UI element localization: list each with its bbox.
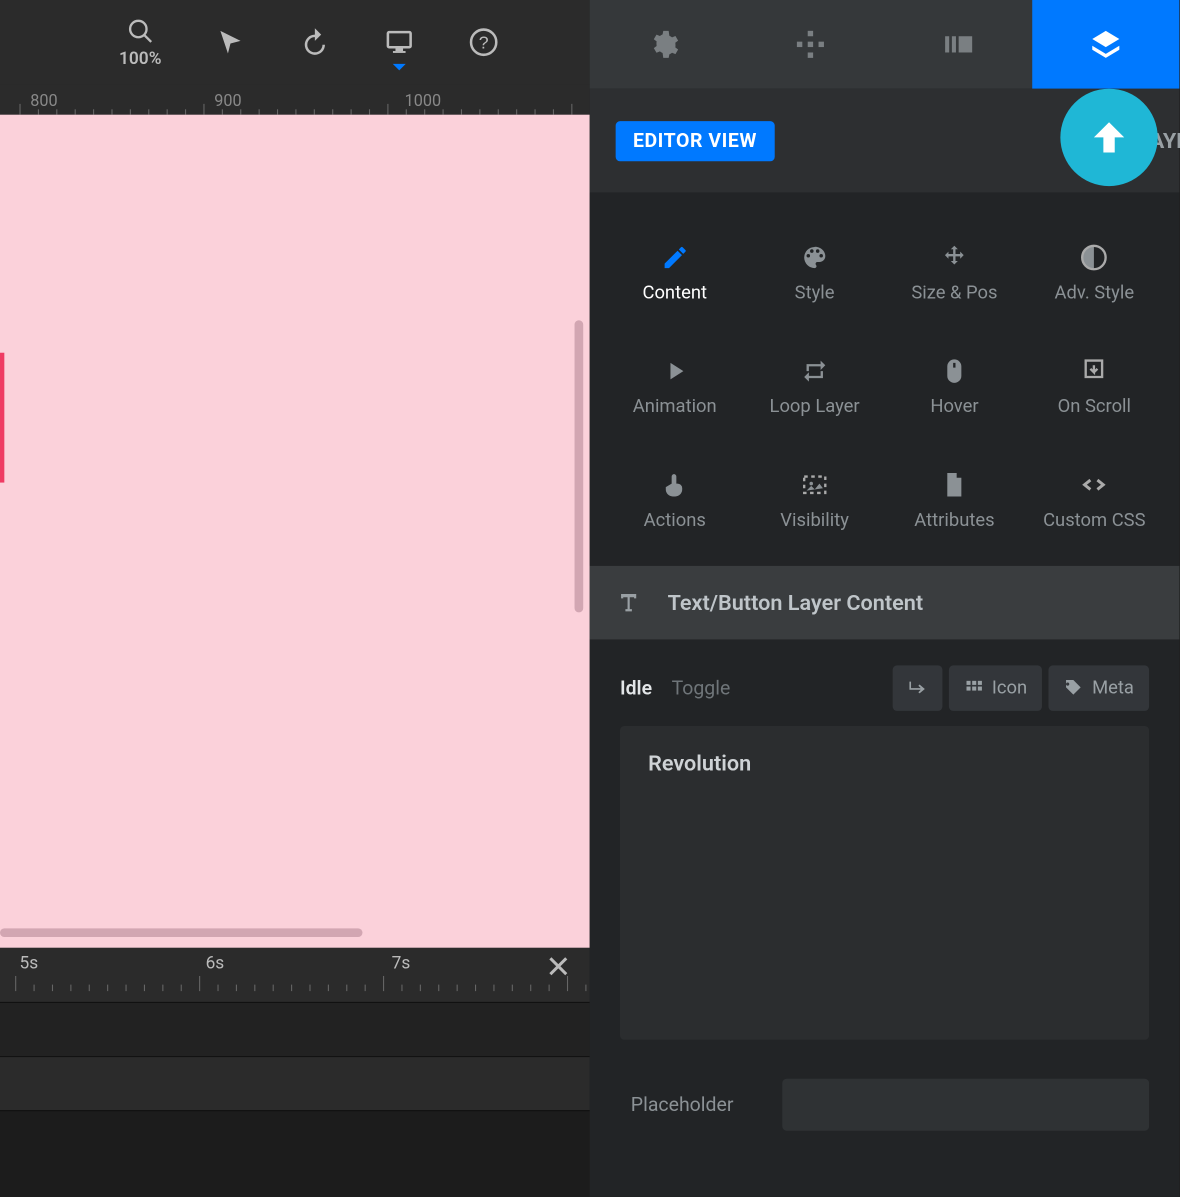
dropdown-indicator-icon (393, 64, 406, 70)
timeline-track[interactable] (0, 1110, 590, 1197)
contrast-icon (1080, 243, 1108, 271)
timeline-close-button[interactable] (546, 954, 570, 982)
editor-view-pill[interactable]: EDITOR VIEW (616, 121, 775, 161)
category-label: Style (795, 282, 835, 304)
vertical-scrollbar[interactable] (575, 320, 584, 612)
canvas-toolbar: 100% ? (0, 0, 590, 84)
pencil-icon (661, 243, 689, 271)
move-icon (940, 243, 968, 271)
tab-settings[interactable] (590, 0, 737, 89)
category-custom-css[interactable]: Custom CSS (1024, 444, 1164, 558)
code-icon (1080, 470, 1108, 498)
category-visibility[interactable]: Visibility (745, 444, 885, 558)
category-size-pos[interactable]: Size & Pos (885, 216, 1025, 330)
category-loop-layer[interactable]: Loop Layer (745, 330, 885, 444)
chip-label: Meta (1092, 677, 1134, 699)
category-label: Hover (930, 395, 978, 417)
play-icon (661, 357, 689, 385)
zoom-tool[interactable]: 100% (119, 17, 161, 68)
category-label: Adv. Style (1054, 282, 1134, 304)
category-hover[interactable]: Hover (885, 330, 1025, 444)
palette-icon (801, 243, 829, 271)
ruler-horizontal: 800 900 1000 (0, 84, 590, 114)
chip-label: Icon (992, 677, 1027, 699)
category-label: Content (642, 282, 707, 304)
category-label: Actions (644, 509, 706, 531)
timeline-mark: 5s (19, 952, 38, 973)
layer-text-content: Revolution (648, 750, 1121, 776)
touch-icon (661, 470, 689, 498)
svg-text:?: ? (479, 33, 489, 53)
section-title: Text/Button Layer Content (668, 590, 924, 616)
category-label: On Scroll (1058, 395, 1131, 417)
category-label: Visibility (780, 509, 849, 531)
download-icon (1080, 357, 1108, 385)
file-icon (940, 470, 968, 498)
category-on-scroll[interactable]: On Scroll (1024, 330, 1164, 444)
undo-tool[interactable] (300, 27, 330, 57)
placeholder-label: Placeholder (620, 1093, 782, 1116)
insert-meta-button[interactable]: Meta (1049, 665, 1149, 710)
tag-icon (1064, 678, 1083, 697)
category-label: Attributes (914, 509, 994, 531)
dashedimg-icon (801, 470, 829, 498)
section-header: Text/Button Layer Content (590, 566, 1180, 640)
content-panel: Idle Toggle Icon Meta Revolution Placeh (590, 639, 1180, 1196)
tab-layers[interactable] (1032, 0, 1179, 89)
text-icon (616, 590, 642, 616)
layer-category-grid: Content Style Size & Pos Adv. Style Animatio… (590, 193, 1180, 566)
insert-icon-button[interactable]: Icon (949, 665, 1043, 710)
mouse-icon (940, 357, 968, 385)
timeline-mark: 7s (392, 952, 411, 973)
editor-canvas[interactable] (0, 115, 590, 948)
timeline-track[interactable] (0, 1056, 590, 1110)
tab-navigation[interactable] (737, 0, 884, 89)
category-label: Custom CSS (1043, 509, 1145, 531)
tab-slides[interactable] (885, 0, 1032, 89)
device-preview-tool[interactable] (384, 27, 414, 57)
loop-icon (801, 357, 829, 385)
right-panel-tabs (590, 0, 1180, 89)
timeline-track[interactable] (0, 1002, 590, 1056)
category-actions[interactable]: Actions (605, 444, 745, 558)
category-style[interactable]: Style (745, 216, 885, 330)
state-tab-toggle[interactable]: Toggle (672, 677, 731, 700)
insert-linebreak-button[interactable] (892, 665, 942, 710)
state-tab-idle[interactable]: Idle (620, 677, 652, 700)
category-attributes[interactable]: Attributes (885, 444, 1025, 558)
timeline-ruler: 5s 6s 7s (0, 948, 590, 1002)
category-label: Loop Layer (770, 395, 860, 417)
placeholder-input[interactable] (782, 1079, 1149, 1131)
category-label: Animation (633, 395, 717, 417)
cursor-tool[interactable] (216, 27, 246, 57)
category-animation[interactable]: Animation (605, 330, 745, 444)
layer-text-editor[interactable]: Revolution (620, 726, 1149, 1040)
timeline-mark: 6s (206, 952, 225, 973)
grid-icon (964, 678, 983, 697)
linebreak-icon (907, 678, 926, 697)
category-adv-style[interactable]: Adv. Style (1024, 216, 1164, 330)
horizontal-scrollbar[interactable] (0, 928, 362, 937)
zoom-level: 100% (119, 47, 161, 68)
help-tool[interactable]: ? (469, 27, 499, 57)
selected-layer-handle[interactable] (0, 353, 4, 483)
category-label: Size & Pos (911, 282, 997, 304)
category-content[interactable]: Content (605, 216, 745, 330)
scroll-to-top-button[interactable] (1060, 89, 1157, 186)
